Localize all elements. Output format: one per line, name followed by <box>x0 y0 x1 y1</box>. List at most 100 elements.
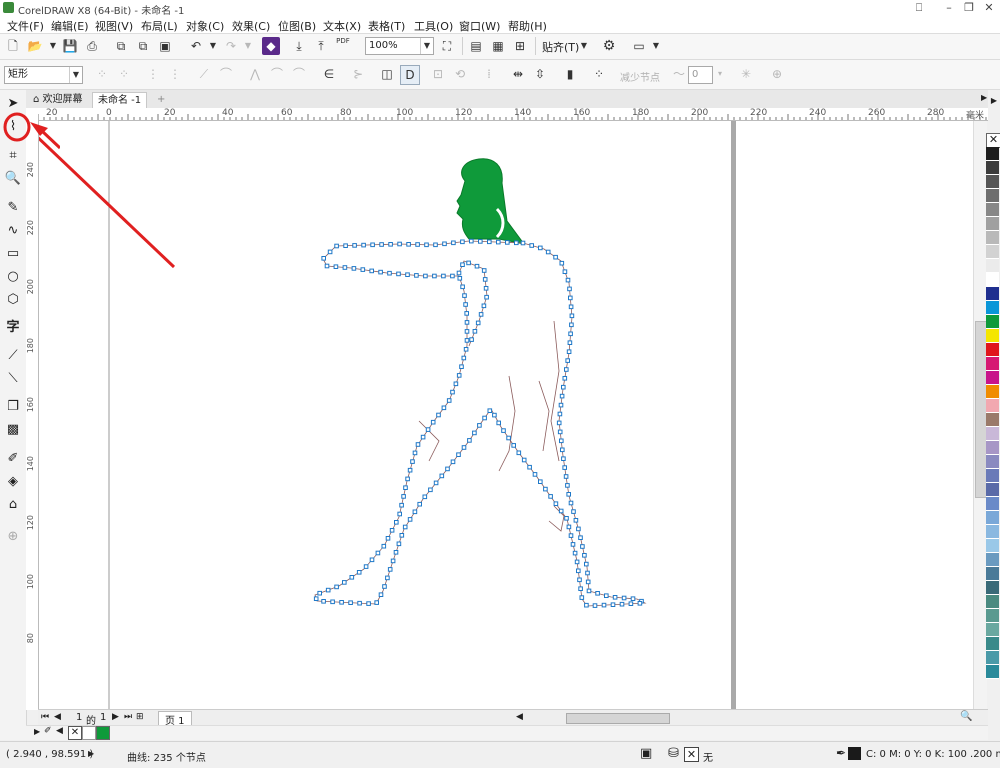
node-marker[interactable] <box>559 393 565 399</box>
shape-select[interactable]: 矩形 ▼ <box>4 66 83 84</box>
node-marker[interactable] <box>425 427 431 432</box>
palette-swatch[interactable] <box>986 343 999 357</box>
node-marker[interactable] <box>406 242 411 247</box>
node-marker[interactable] <box>439 473 445 479</box>
node-marker[interactable] <box>557 429 563 435</box>
add-tool-icon[interactable]: ⊕ <box>3 527 23 547</box>
parallel-dimension-icon[interactable]: ⟋ <box>3 346 23 366</box>
node-marker[interactable] <box>469 337 474 342</box>
node-marker[interactable] <box>565 483 570 488</box>
node-marker[interactable] <box>403 485 408 490</box>
palette-swatch[interactable] <box>986 441 999 455</box>
menu-object[interactable]: 对象(C) <box>182 17 228 35</box>
node-marker[interactable] <box>469 238 474 244</box>
node-marker[interactable] <box>370 242 375 248</box>
node-marker[interactable] <box>369 268 374 274</box>
reflect-vertical-icon[interactable]: ⇳ <box>531 65 549 83</box>
node-marker[interactable] <box>619 601 625 607</box>
outline-pen-icon[interactable]: ✒ <box>836 746 846 760</box>
node-marker[interactable] <box>333 264 339 269</box>
last-page-icon[interactable]: ⏭ <box>124 712 132 722</box>
zoom-tool-icon[interactable]: 🔍 <box>3 169 23 189</box>
node-marker[interactable] <box>397 241 402 247</box>
rulers-icon[interactable]: ▤ <box>467 37 485 55</box>
node-marker[interactable] <box>464 311 469 316</box>
node-marker[interactable] <box>566 349 572 354</box>
palette-swatch[interactable] <box>986 483 999 497</box>
export-icon[interactable]: ⤒ <box>312 37 330 55</box>
node-marker[interactable] <box>385 575 390 581</box>
node-marker[interactable] <box>567 286 572 292</box>
node-marker[interactable] <box>463 347 469 352</box>
node-marker[interactable] <box>407 517 413 522</box>
node-marker[interactable] <box>584 602 589 608</box>
node-marker[interactable] <box>352 243 357 248</box>
node-marker[interactable] <box>356 570 362 575</box>
node-marker[interactable] <box>604 593 609 598</box>
palette-swatch[interactable] <box>986 455 999 469</box>
fill-none-swatch[interactable]: ✕ <box>684 747 699 762</box>
node-marker[interactable] <box>637 601 643 606</box>
node-marker[interactable] <box>482 277 488 282</box>
node-marker[interactable] <box>472 329 478 334</box>
palette-menu-icon[interactable]: ▶ <box>34 727 40 736</box>
freehand-tool-icon[interactable]: ✎ <box>3 198 23 218</box>
menu-file[interactable]: 文件(F) <box>3 17 48 35</box>
node-marker[interactable] <box>562 269 568 274</box>
node-marker[interactable] <box>428 487 433 493</box>
undo-dropdown-icon[interactable]: ▼ <box>204 37 222 55</box>
node-marker[interactable] <box>568 500 574 506</box>
node-marker[interactable] <box>396 271 401 277</box>
undo-icon[interactable]: ↶ <box>187 37 205 55</box>
node-marker[interactable] <box>445 466 450 472</box>
cut-icon[interactable]: ⧉ <box>112 37 130 55</box>
node-marker[interactable] <box>483 286 489 291</box>
node-marker[interactable] <box>559 438 564 444</box>
node-marker[interactable] <box>405 272 410 277</box>
palette-swatch[interactable] <box>986 287 999 301</box>
node-marker[interactable] <box>548 494 553 499</box>
node-marker[interactable] <box>481 268 487 273</box>
palette-swatch[interactable] <box>986 581 999 595</box>
node-marker[interactable] <box>521 457 527 463</box>
node-marker[interactable] <box>433 242 438 248</box>
node-marker[interactable] <box>545 249 551 255</box>
node-marker[interactable] <box>556 420 562 426</box>
palette-swatch[interactable] <box>986 315 999 329</box>
node-marker[interactable] <box>378 269 383 275</box>
menu-help[interactable]: 帮助(H) <box>504 17 551 35</box>
node-marker[interactable] <box>399 533 405 538</box>
eyedropper-icon[interactable]: ✐ <box>3 449 23 469</box>
palette-swatch[interactable] <box>986 539 999 553</box>
curve-smoothness-input[interactable]: 0 <box>688 66 713 84</box>
palette-swatch[interactable] <box>986 385 999 399</box>
node-marker[interactable] <box>553 501 559 506</box>
menu-text[interactable]: 文本(X) <box>319 17 365 35</box>
guidelines-icon[interactable]: ⊞ <box>511 37 529 55</box>
node-marker[interactable] <box>571 509 576 514</box>
node-marker[interactable] <box>564 516 569 521</box>
palette-swatch[interactable] <box>986 203 999 217</box>
palette-swatch[interactable] <box>986 609 999 623</box>
node-marker[interactable] <box>562 376 568 381</box>
node-marker[interactable] <box>415 442 421 447</box>
node-marker[interactable] <box>585 579 591 585</box>
menu-window[interactable]: 窗口(W) <box>455 17 504 35</box>
new-tab-icon[interactable]: + <box>152 92 170 108</box>
node-marker[interactable] <box>390 558 396 564</box>
cusp-node-icon[interactable]: ⋀ <box>246 65 264 83</box>
node-marker[interactable] <box>388 242 393 247</box>
horizontal-ruler[interactable]: 20 0 20 40 60 80 100 120 140 160 180 200… <box>38 108 988 121</box>
palette-swatch[interactable] <box>986 301 999 315</box>
node-marker[interactable] <box>568 331 573 337</box>
delete-node-icon[interactable]: ⁘ <box>115 65 133 83</box>
node-marker[interactable] <box>576 526 581 532</box>
ellipse-tool-icon[interactable]: ○ <box>3 267 23 287</box>
node-marker[interactable] <box>410 459 415 464</box>
node-marker[interactable] <box>520 240 526 246</box>
node-marker[interactable] <box>385 536 391 541</box>
node-marker[interactable] <box>559 260 565 266</box>
node-marker[interactable] <box>462 293 467 298</box>
node-marker[interactable] <box>360 267 366 272</box>
node-marker[interactable] <box>441 405 447 411</box>
